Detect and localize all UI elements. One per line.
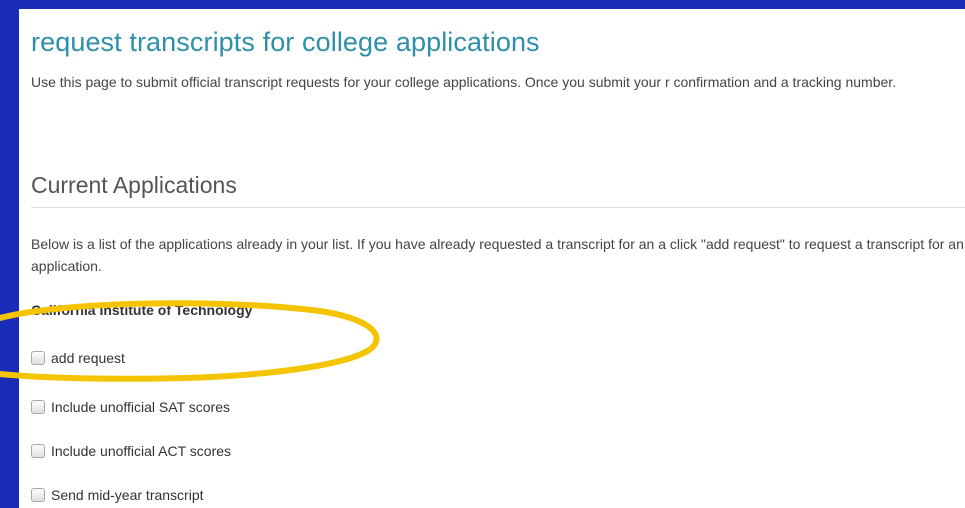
include-act-label: Include unofficial ACT scores [51, 443, 232, 459]
include-sat-label: Include unofficial SAT scores [51, 399, 230, 415]
add-request-checkbox[interactable] [31, 351, 45, 365]
applications-description: Below is a list of the applications alre… [31, 236, 964, 274]
college-name: California Institute of Technology [31, 302, 253, 318]
mid-year-transcript-checkbox[interactable] [31, 488, 45, 502]
include-act-checkbox[interactable] [31, 444, 45, 458]
page-intro-text: Use this page to submit official transcr… [31, 74, 897, 90]
add-request-option[interactable]: add request [31, 348, 125, 368]
include-sat-checkbox[interactable] [31, 400, 45, 414]
page-title: request transcripts for college applicat… [31, 27, 540, 57]
mid-year-transcript-option[interactable]: Send mid-year transcript [31, 485, 204, 505]
include-act-option[interactable]: Include unofficial ACT scores [31, 441, 231, 461]
add-request-label: add request [51, 350, 125, 366]
main-content-panel: request transcripts for college applicat… [19, 9, 965, 508]
mid-year-transcript-label: Send mid-year transcript [51, 487, 204, 503]
section-heading-current-applications: Current Applications [31, 172, 237, 198]
section-divider [31, 207, 965, 208]
include-sat-option[interactable]: Include unofficial SAT scores [31, 397, 230, 417]
